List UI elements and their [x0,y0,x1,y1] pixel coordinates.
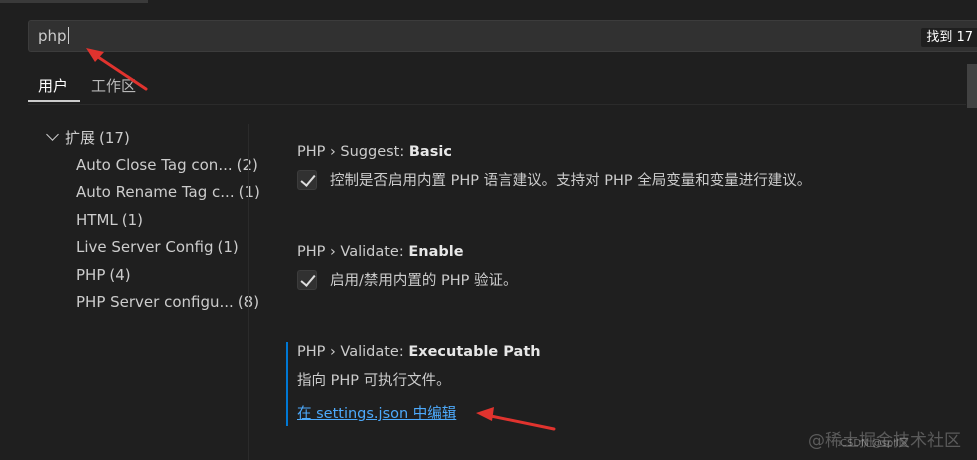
annotation-arrows [86,48,556,431]
annotation-arrow-link [476,407,556,431]
watermark-sub: CSDN @spll区 [840,438,909,449]
settings-editor: php 找到 17 用户 工作区 扩展 (17) Auto Close Tag c… [0,0,977,460]
annotation-arrow-search [86,48,148,91]
